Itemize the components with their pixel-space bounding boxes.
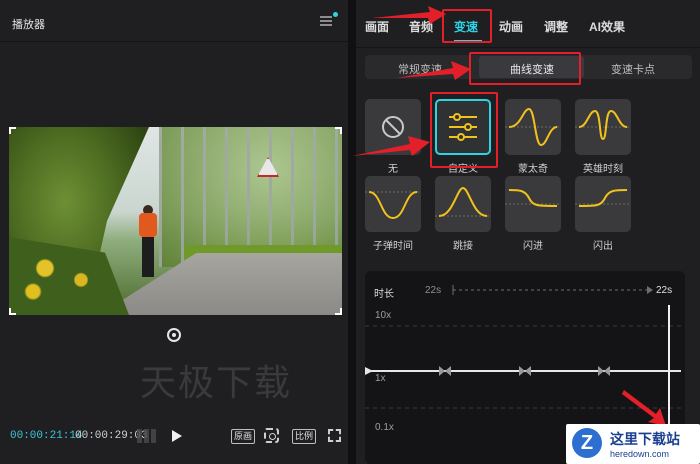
preset-label: 闪进 <box>523 241 543 252</box>
site-brand-badge: Z 这里下载站 heredown.com <box>566 424 700 464</box>
brand-url: heredown.com <box>610 449 670 459</box>
speed-subtabs: 常规变速 曲线变速 变速卡点 <box>365 55 692 79</box>
rotate-icon[interactable] <box>167 328 181 342</box>
speed-point-handle[interactable] <box>598 366 610 376</box>
preset-jump-cut[interactable] <box>435 176 491 232</box>
crop-corner-handle[interactable] <box>9 308 16 315</box>
player-panel: 播放器 天极下载 00:00:21:14 00:00:29:03 原画 比例 <box>0 0 348 464</box>
preset-label: 无 <box>388 164 398 175</box>
none-icon <box>382 116 404 138</box>
preset-bullet-time[interactable] <box>365 176 421 232</box>
timeline-grid-icon[interactable] <box>137 429 157 443</box>
y-label-0.1x: 0.1x <box>375 422 394 433</box>
subtab-normal-speed[interactable]: 常规变速 <box>398 61 442 77</box>
preset-montage[interactable] <box>505 99 561 155</box>
tab-speed[interactable]: 变速 <box>454 18 478 35</box>
video-preview[interactable] <box>9 127 342 315</box>
preset-flash-in[interactable] <box>505 176 561 232</box>
tab-picture[interactable]: 画面 <box>365 18 389 35</box>
preset-label: 蒙太奇 <box>518 164 548 175</box>
preset-hero-moment[interactable] <box>575 99 631 155</box>
preset-flash-out[interactable] <box>575 176 631 232</box>
jump-cut-curve-icon <box>435 186 491 217</box>
flash-out-curve-icon <box>575 189 631 207</box>
notification-dot <box>333 12 338 17</box>
menu-icon[interactable] <box>320 16 332 26</box>
preset-custom[interactable] <box>435 99 491 155</box>
y-label-10x: 10x <box>375 310 392 321</box>
tab-audio[interactable]: 音频 <box>409 18 433 35</box>
speed-point-handle[interactable] <box>519 366 531 376</box>
crop-corner-handle[interactable] <box>335 308 342 315</box>
current-time: 00:00:21:14 <box>10 430 83 442</box>
play-icon[interactable] <box>172 430 182 442</box>
subtab-curve-speed[interactable]: 曲线变速 <box>510 61 554 77</box>
watermark-text: 天极下载 <box>140 363 293 404</box>
aspect-ratio-button[interactable]: 比例 <box>292 429 317 444</box>
montage-curve-icon <box>505 107 561 147</box>
original-quality-button[interactable]: 原画 <box>231 429 256 444</box>
y-label-1x: 1x <box>375 373 386 384</box>
tab-adjust[interactable]: 调整 <box>544 18 568 35</box>
crop-corner-handle[interactable] <box>9 127 16 134</box>
hero-moment-curve-icon <box>575 109 631 141</box>
preset-none[interactable] <box>365 99 421 155</box>
tab-animation[interactable]: 动画 <box>499 18 523 35</box>
crop-corner-handle[interactable] <box>335 127 342 134</box>
custom-sliders-icon <box>449 113 477 141</box>
focus-icon[interactable] <box>264 428 279 443</box>
flash-in-curve-icon <box>505 189 561 207</box>
brand-name: 这里下载站 <box>610 432 680 448</box>
tab-ai-effects[interactable]: AI效果 <box>589 18 625 35</box>
walking-person-image <box>137 205 159 279</box>
brand-logo: Z <box>572 428 602 458</box>
property-tabs: 画面 音频 变速 动画 调整 AI效果 <box>356 0 700 48</box>
preset-label: 闪出 <box>593 241 613 252</box>
player-header: 播放器 <box>0 0 348 42</box>
player-title: 播放器 <box>12 19 45 31</box>
bullet-time-curve-icon <box>365 191 421 220</box>
fullscreen-icon[interactable] <box>328 429 341 442</box>
preset-label: 自定义 <box>448 164 478 175</box>
active-tab-indicator <box>454 40 482 42</box>
speed-point-handle[interactable] <box>439 366 451 376</box>
preset-label: 跳接 <box>453 241 473 252</box>
subtab-beat-speed[interactable]: 变速卡点 <box>611 61 655 77</box>
preset-label: 英雄时刻 <box>583 164 623 175</box>
preset-label: 子弹时间 <box>373 241 413 252</box>
